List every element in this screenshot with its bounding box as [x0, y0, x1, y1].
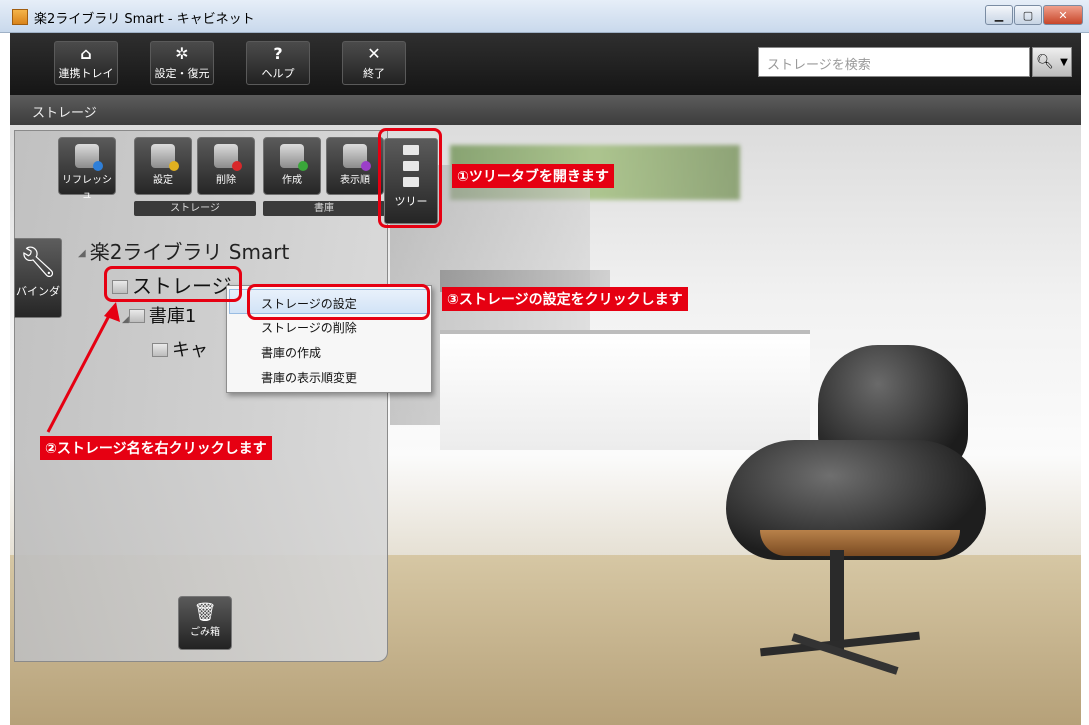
shoko-create-button[interactable]: 作成 — [263, 137, 321, 195]
menu-item-shoko-create[interactable]: 書庫の作成 — [227, 339, 431, 364]
storage-settings-button[interactable]: 設定 — [134, 137, 192, 195]
trash-label: ごみ箱 — [190, 627, 220, 638]
tree-root-label: 楽2ライブラリ Smart — [89, 240, 290, 264]
binder-tab-label: バインダ — [16, 285, 60, 298]
trash-button[interactable]: 🗑︎ ごみ箱 — [178, 596, 232, 650]
tray-icon: ⌂ — [80, 44, 92, 63]
storage-search-input[interactable]: ストレージを検索 — [758, 47, 1030, 77]
minimize-button[interactable]: ▁ — [985, 5, 1013, 25]
chair-shell — [760, 530, 960, 556]
annotation-step3: ③ストレージの設定をクリックします — [442, 287, 688, 311]
shoko-create-label: 作成 — [282, 175, 302, 186]
menu-item-shoko-order[interactable]: 書庫の表示順変更 — [227, 364, 431, 389]
exit-button[interactable]: ✕ 終了 — [342, 41, 406, 85]
archive-add-icon — [280, 144, 308, 171]
help-label: ヘルプ — [261, 67, 295, 80]
refresh-button[interactable]: リフレッシュ — [58, 137, 116, 201]
chevron-down-icon: ▼ — [1060, 56, 1068, 68]
tree-item-root[interactable]: ◢ 楽2ライブラリ Smart — [78, 236, 289, 265]
expand-triangle-icon: ◢ — [78, 248, 86, 259]
annotation-box-tree-tab — [378, 128, 442, 228]
annotation-box-storage — [104, 266, 242, 302]
window-titlebar: 楽2ライブラリ Smart - キャビネット ▁ ▢ ✕ — [0, 0, 1089, 33]
refresh-label: リフレッシュ — [62, 175, 112, 201]
close-icon: ✕ — [367, 44, 381, 63]
trash-icon: 🗑︎ — [193, 602, 217, 623]
storage-settings-label: 設定 — [153, 175, 173, 186]
search-button[interactable]: 🔍︎ ▼ — [1032, 47, 1072, 77]
shoko-order-label: 表示順 — [340, 175, 370, 186]
database-refresh-icon — [75, 144, 103, 171]
annotation-arrow — [46, 302, 120, 433]
wrench-icon: 🔧︎ — [18, 245, 58, 280]
database-delete-icon — [214, 144, 242, 171]
chair-stem — [830, 550, 844, 650]
search-icon: 🔍︎ — [1036, 54, 1054, 70]
background-counter — [440, 330, 810, 450]
renkei-tray-button[interactable]: ⌂ 連携トレイ — [54, 41, 118, 85]
app-icon — [12, 9, 28, 25]
breadcrumb-label: ストレージ — [32, 106, 97, 121]
search-placeholder: ストレージを検索 — [767, 58, 871, 73]
exit-label: 終了 — [363, 67, 385, 80]
settings-restore-label: 設定・復元 — [154, 67, 210, 80]
close-window-button[interactable]: ✕ — [1043, 5, 1083, 25]
annotation-step1: ①ツリータブを開きます — [452, 164, 614, 188]
archive-sort-icon — [343, 144, 371, 171]
breadcrumb: ストレージ — [10, 95, 1081, 125]
help-button[interactable]: ? ヘルプ — [246, 41, 310, 85]
shoko-order-button[interactable]: 表示順 — [326, 137, 384, 195]
app-toolbar: ⌂ 連携トレイ ✲ 設定・復元 ? ヘルプ ✕ 終了 ストレージを検索 🔍︎ ▼ — [10, 33, 1081, 95]
renkei-tray-label: 連携トレイ — [58, 67, 114, 80]
annotation-box-menu-item — [247, 284, 430, 320]
shoko-group-label: 書庫 — [263, 201, 385, 216]
maximize-button[interactable]: ▢ — [1014, 5, 1042, 25]
gear-icon: ✲ — [175, 44, 189, 63]
question-icon: ? — [273, 44, 283, 63]
storage-delete-button[interactable]: 削除 — [197, 137, 255, 195]
storage-delete-label: 削除 — [216, 175, 236, 186]
storage-group-label: ストレージ — [134, 201, 256, 216]
window-title: 楽2ライブラリ Smart - キャビネット — [34, 12, 255, 27]
settings-restore-button[interactable]: ✲ 設定・復元 — [150, 41, 214, 85]
database-settings-icon — [151, 144, 179, 171]
window-controls: ▁ ▢ ✕ — [985, 5, 1083, 25]
